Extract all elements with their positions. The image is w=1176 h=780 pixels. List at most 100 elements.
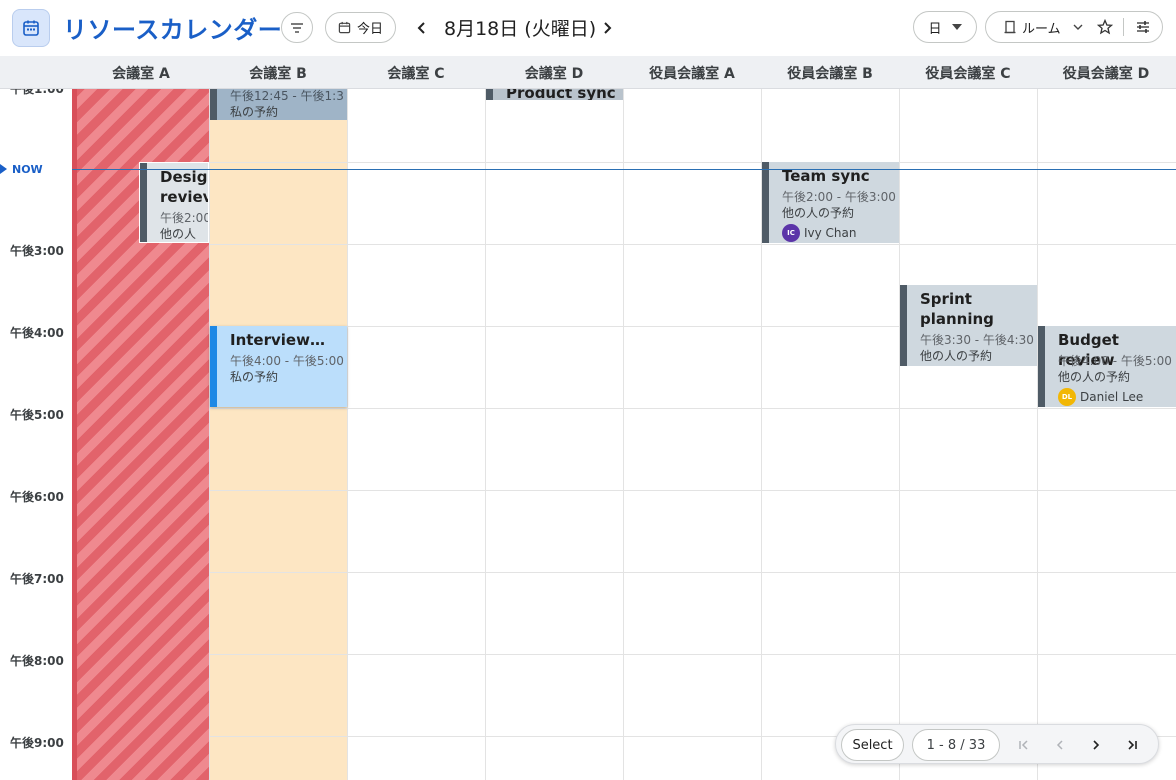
unavailable-room-edge [72,89,77,780]
time-label: 午後8:00 [10,654,64,668]
attendee-name: Ivy Chan [804,226,857,240]
star-icon [1097,19,1114,35]
tune-icon [1137,21,1150,33]
today-label: 今日 [356,22,383,37]
event-attendee: IC Ivy Chan [782,224,857,242]
avatar: DL [1058,388,1076,406]
hour-line [72,244,1176,245]
hour-line [72,408,1176,409]
event-color-bar [900,285,907,366]
event-attendee: DL Daniel Lee [1058,388,1143,406]
chevron-right-icon [604,22,612,34]
filter-button[interactable] [281,12,313,43]
time-label: 午後9:00 [10,736,64,750]
chevron-down-icon [1073,24,1083,30]
app-title: リソースカレンダー [63,16,283,44]
event-color-bar [762,162,769,243]
hour-line [72,490,1176,491]
time-label: 午後7:00 [10,572,64,586]
column-header-room-a[interactable]: 会議室 A [72,56,210,89]
column-header-exec-room-c[interactable]: 役員会議室 C [899,56,1037,89]
event-owner: 私の予約 [230,105,279,119]
event-color-bar [140,163,147,242]
previous-page-button[interactable] [1048,733,1072,757]
event-interview[interactable]: Interview… 午後4:00 - 午後5:00 私の予約 [210,326,347,407]
previous-day-button[interactable] [411,14,433,42]
event-color-bar [210,326,217,407]
column-header-exec-room-b[interactable]: 役員会議室 B [761,56,899,89]
view-label: 日 [928,21,942,37]
event-design-review[interactable]: Desig reviev 午後2:00 他の人 [139,162,209,243]
column-divider [485,89,486,780]
column-divider [623,89,624,780]
event-title: Desig [160,168,208,186]
column-header-room-d[interactable]: 会議室 D [485,56,623,89]
event-time: 午後2:00 [160,211,209,225]
event-color-bar [210,89,217,120]
calendar-grid[interactable]: 午後1:00 午後3:00 午後4:00 午後5:00 午後6:00 午後7:0… [0,89,1176,780]
column-header-room-b[interactable]: 会議室 B [209,56,347,89]
event-owner: 他の人の予約 [1058,370,1131,384]
event-time: 午後4:00 - 午後5:00 [1058,354,1172,368]
event-time: 午後2:00 - 午後3:00 [782,190,896,204]
time-label: 午後3:00 [10,244,64,258]
room-door-icon [1004,20,1016,34]
event-sprint-planning[interactable]: Sprint planning 午後3:30 - 午後4:30 他の人の予約 [900,285,1037,366]
column-divider [209,89,210,780]
hour-line [72,654,1176,655]
chevron-left-icon [1056,740,1063,750]
event-owner: 他の人の予約 [782,206,855,220]
column-divider [899,89,900,780]
today-button[interactable]: 今日 [325,12,396,43]
event-title: Interview… [230,331,325,349]
avatar: IC [782,224,800,242]
time-label: 午後4:00 [10,326,64,340]
resource-toolbar: ルーム [985,11,1163,43]
current-time-line [72,169,1176,170]
current-date: 8月18日 (火曜日) [444,18,597,40]
event-owner: 私の予約 [230,370,279,384]
settings-button[interactable] [1124,12,1162,42]
last-page-button[interactable] [1120,733,1144,757]
pagination-bar: Select 1 - 8 / 33 [835,724,1159,764]
first-page-button[interactable] [1012,733,1036,757]
event-title: Product sync [506,89,616,100]
time-gutter: 午後1:00 午後3:00 午後4:00 午後5:00 午後6:00 午後7:0… [0,89,72,780]
column-divider [347,89,348,780]
event-product-sync[interactable]: Product sync [486,89,623,100]
time-label: 午後6:00 [10,490,64,504]
select-button[interactable]: Select [841,729,904,761]
event-my-booking-early[interactable]: 午後12:45 - 午後1:3 私の予約 [210,89,347,120]
now-label: NOW [6,162,49,176]
event-time: 午後4:00 - 午後5:00 [230,354,344,368]
favorite-button[interactable] [1087,12,1123,42]
column-header-room-c[interactable]: 会議室 C [347,56,485,89]
next-day-button[interactable] [596,14,618,42]
time-label-partial: 午後1:00 [10,89,64,96]
view-select[interactable]: 日 [913,11,977,43]
first-page-icon [1019,740,1028,750]
today-calendar-icon [338,21,351,34]
event-budget-review[interactable]: Budget review 午後4:00 - 午後5:00 他の人の予約 DL … [1038,326,1176,407]
resource-header-row: 会議室 A 会議室 B 会議室 C 会議室 D 役員会議室 A 役員会議室 B … [0,56,1176,89]
event-title: planning [920,310,994,328]
filter-icon [291,22,303,33]
time-label: 午後5:00 [10,408,64,422]
column-header-exec-room-d[interactable]: 役員会議室 D [1037,56,1175,89]
event-time: 午後3:30 - 午後4:30 [920,333,1034,347]
calendar-icon [23,20,39,36]
column-header-exec-room-a[interactable]: 役員会議室 A [623,56,761,89]
my-room-column-highlight [209,89,347,780]
event-title: reviev [160,188,209,206]
now-arrow-icon [0,164,7,174]
next-page-button[interactable] [1084,733,1108,757]
calendar-app-icon[interactable] [12,9,50,47]
event-owner: 他の人 [160,227,197,241]
event-time: 午後12:45 - 午後1:3 [230,89,344,103]
resource-type-select[interactable]: ルーム [986,12,1087,42]
event-title: Sprint [920,290,972,308]
hour-line [72,162,1176,163]
event-team-sync[interactable]: Team sync 午後2:00 - 午後3:00 他の人の予約 IC Ivy … [762,162,899,243]
event-color-bar [1038,326,1045,407]
column-divider [1037,89,1038,780]
